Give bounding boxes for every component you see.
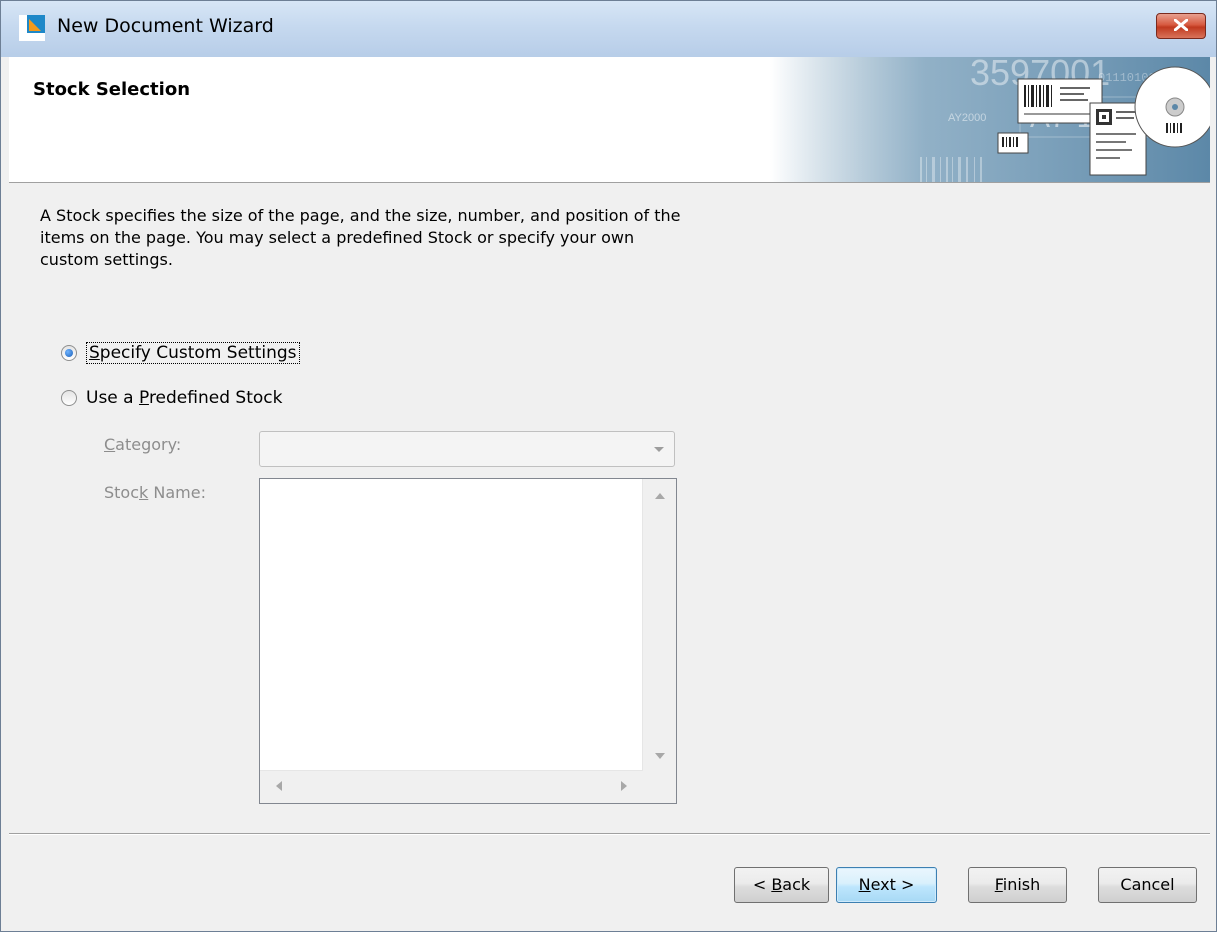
label-card-icon (1017, 78, 1103, 124)
close-icon (1174, 19, 1188, 31)
banner-image: 3597001 01110100010101 AY2000 A7-118 (770, 57, 1210, 182)
scroll-down-icon[interactable] (655, 753, 665, 759)
finish-button[interactable]: Finish (968, 867, 1067, 903)
radio-predefined-stock[interactable] (61, 390, 77, 406)
category-dropdown[interactable] (259, 431, 675, 467)
wizard-body: A Stock specifies the size of the page, … (9, 183, 1210, 823)
scrollbar-corner (643, 771, 676, 803)
scroll-up-icon[interactable] (655, 493, 665, 499)
disc-label-icon (1134, 66, 1210, 148)
svg-text:AY2000: AY2000 (948, 112, 986, 124)
app-logo-icon (19, 15, 45, 41)
window-title: New Document Wizard (57, 15, 274, 37)
scroll-left-icon[interactable] (276, 781, 282, 791)
page-title: Stock Selection (33, 79, 191, 100)
description-text: A Stock specifies the size of the page, … (40, 206, 681, 269)
wizard-window: New Document Wizard Stock Selection 3597… (0, 0, 1217, 932)
vertical-scrollbar[interactable] (642, 479, 676, 771)
option-predefined-stock[interactable]: Use a Predefined Stock (61, 386, 282, 410)
option-predefined-stock-label: Use a Predefined Stock (86, 388, 283, 408)
option-custom-settings-label: Specify Custom Settings (86, 342, 300, 364)
option-custom-settings[interactable]: Specify Custom Settings (61, 341, 300, 365)
stock-name-list[interactable] (259, 478, 677, 804)
cancel-button[interactable]: Cancel (1098, 867, 1197, 903)
category-label: Category: (104, 435, 182, 454)
small-label-icon (997, 132, 1029, 154)
chevron-down-icon (654, 447, 664, 452)
wizard-header: Stock Selection 3597001 01110100010101 A… (9, 57, 1210, 183)
stock-name-label: Stock Name: (104, 483, 206, 502)
next-button[interactable]: Next > (836, 867, 937, 903)
horizontal-scrollbar[interactable] (260, 770, 643, 803)
title-bar: New Document Wizard (1, 1, 1216, 57)
scroll-right-icon[interactable] (621, 781, 627, 791)
footer-divider (9, 833, 1210, 835)
close-button[interactable] (1156, 13, 1206, 39)
radio-custom-settings[interactable] (61, 345, 77, 361)
back-button[interactable]: < Back (734, 867, 829, 903)
